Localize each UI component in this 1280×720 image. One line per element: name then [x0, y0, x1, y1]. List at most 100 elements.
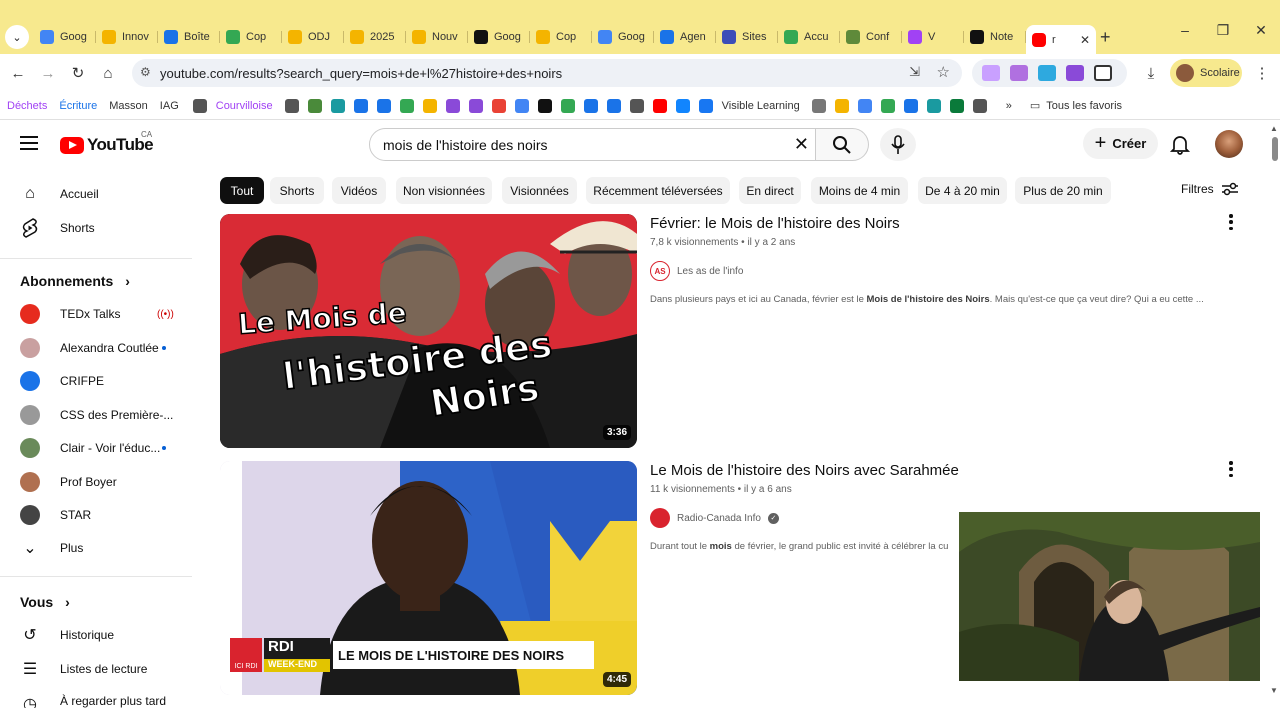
browser-tab[interactable]: Agen: [654, 25, 716, 49]
bookmark-icon[interactable]: [192, 98, 207, 113]
sidebar-item-history[interactable]: ↺ Historique: [0, 618, 192, 652]
bookmark-icon[interactable]: [857, 98, 872, 113]
sidebar-item-more[interactable]: ⌄ Plus: [0, 531, 192, 565]
scroll-up-icon[interactable]: ▲: [1270, 124, 1278, 133]
menu-kebab-icon[interactable]: ⋮: [1251, 62, 1273, 84]
address-bar[interactable]: ⚙ youtube.com/results?search_query=mois+…: [132, 59, 962, 87]
video-thumbnail[interactable]: ICI RDI RDI WEEK-END LE MOIS DE L'HISTOI…: [220, 461, 637, 695]
bookmark-icon[interactable]: [972, 98, 987, 113]
filter-chip[interactable]: Moins de 4 min: [811, 177, 908, 204]
subscription-item[interactable]: CSS des Première-...: [0, 398, 192, 432]
browser-tab[interactable]: Goog: [468, 25, 530, 49]
extension-icon[interactable]: [1010, 65, 1028, 81]
bookmark-icon[interactable]: [949, 98, 964, 113]
bookmark-icon[interactable]: [606, 98, 621, 113]
scroll-down-icon[interactable]: ▼: [1270, 686, 1278, 695]
bookmark-icon[interactable]: [307, 98, 322, 113]
channel-link[interactable]: Radio-Canada Info ✓: [650, 508, 779, 528]
bookmark-icon[interactable]: [445, 98, 460, 113]
forward-icon[interactable]: →: [37, 62, 59, 84]
subscription-item[interactable]: Alexandra Coutlée: [0, 331, 192, 365]
filter-chip[interactable]: Non visionnées: [396, 177, 492, 204]
notifications-button[interactable]: [1168, 132, 1192, 156]
bookmark-item[interactable]: Déchets: [7, 100, 47, 112]
profile-button[interactable]: Scolaire: [1170, 59, 1242, 87]
browser-tab[interactable]: 2025: [344, 25, 406, 49]
video-title[interactable]: Février: le Mois de l'histoire des Noirs: [650, 215, 900, 232]
bookmark-icon[interactable]: [675, 98, 690, 113]
bookmark-icon[interactable]: [652, 98, 667, 113]
browser-tab[interactable]: Cop: [530, 25, 592, 49]
subscription-item[interactable]: CRIFPE: [0, 364, 192, 398]
bookmark-icon[interactable]: [926, 98, 941, 113]
create-button[interactable]: + Créer: [1083, 128, 1158, 159]
browser-tab[interactable]: Note: [964, 25, 1026, 49]
all-bookmarks-folder[interactable]: ▭ Tous les favoris: [1030, 99, 1122, 112]
tab-search-button[interactable]: ⌄: [5, 25, 29, 49]
site-info-icon[interactable]: ⚙: [140, 65, 151, 79]
new-tab-button[interactable]: +: [1100, 27, 1111, 48]
bookmark-icon[interactable]: [811, 98, 826, 113]
bookmark-icon[interactable]: [514, 98, 529, 113]
close-tab-icon[interactable]: ✕: [1080, 33, 1090, 47]
filter-chip[interactable]: Tout: [220, 177, 264, 204]
page-scrollbar[interactable]: ▲ ▼: [1270, 120, 1280, 720]
bookmark-icon[interactable]: [399, 98, 414, 113]
filter-chip[interactable]: Visionnées: [502, 177, 577, 204]
scrollbar-thumb[interactable]: [1272, 137, 1278, 161]
download-icon[interactable]: ⤓: [1140, 62, 1162, 84]
bookmark-icon[interactable]: [834, 98, 849, 113]
clear-search-icon[interactable]: ✕: [794, 134, 809, 155]
browser-tab[interactable]: Sites: [716, 25, 778, 49]
browser-tab[interactable]: Nouv: [406, 25, 468, 49]
bookmark-icon[interactable]: [353, 98, 368, 113]
account-avatar[interactable]: [1215, 130, 1243, 158]
browser-tab-active[interactable]: r ✕: [1026, 25, 1096, 54]
filter-chip[interactable]: Vidéos: [332, 177, 386, 204]
more-bookmarks-icon[interactable]: »: [1006, 100, 1012, 112]
filter-chip[interactable]: Récemment téléversées: [586, 177, 730, 204]
bookmark-icon[interactable]: [629, 98, 644, 113]
filter-chip[interactable]: De 4 à 20 min: [918, 177, 1007, 204]
sidebar-item-watch-later[interactable]: ◷ À regarder plus tard: [0, 686, 192, 708]
bookmark-icon[interactable]: [491, 98, 506, 113]
youtube-logo[interactable]: YouTube CA: [60, 130, 154, 155]
restore-button[interactable]: ❐: [1204, 22, 1242, 39]
subscriptions-header[interactable]: Abonnements ›: [20, 273, 130, 289]
bookmark-icon[interactable]: [422, 98, 437, 113]
you-header[interactable]: Vous ›: [20, 594, 70, 610]
bookmark-icon[interactable]: [468, 98, 483, 113]
filter-chip[interactable]: Plus de 20 min: [1015, 177, 1111, 204]
search-button[interactable]: [816, 128, 869, 161]
browser-tab[interactable]: Goog: [34, 25, 96, 49]
voice-search-button[interactable]: [880, 128, 916, 161]
browser-tab[interactable]: Conf: [840, 25, 902, 49]
extension-icon[interactable]: [1066, 65, 1084, 81]
subscription-item[interactable]: STAR: [0, 498, 192, 532]
bookmark-icon[interactable]: [330, 98, 345, 113]
extension-icon[interactable]: [982, 65, 1000, 81]
bookmark-icon[interactable]: [537, 98, 552, 113]
bookmark-icon[interactable]: [376, 98, 391, 113]
extension-icon[interactable]: [1038, 65, 1056, 81]
browser-tab[interactable]: Accu: [778, 25, 840, 49]
install-icon[interactable]: ⇲: [909, 64, 920, 80]
more-actions-icon[interactable]: [1226, 213, 1236, 231]
subscription-item[interactable]: Prof Boyer: [0, 465, 192, 499]
sidebar-item-shorts[interactable]: Shorts: [0, 211, 192, 245]
bookmark-item[interactable]: IAG: [160, 100, 179, 112]
back-icon[interactable]: ←: [7, 62, 29, 84]
filter-chip[interactable]: Shorts: [270, 177, 324, 204]
filters-button[interactable]: Filtres: [1181, 182, 1238, 196]
bookmark-icon[interactable]: [880, 98, 895, 113]
bookmark-item[interactable]: Masson: [109, 100, 148, 112]
browser-tab[interactable]: ODJ: [282, 25, 344, 49]
bookmark-icon[interactable]: [560, 98, 575, 113]
filter-chip[interactable]: En direct: [739, 177, 801, 204]
more-actions-icon[interactable]: [1226, 460, 1236, 478]
browser-tab[interactable]: Innov: [96, 25, 158, 49]
bookmark-item[interactable]: Écriture: [59, 100, 97, 112]
bookmark-star-icon[interactable]: ☆: [937, 63, 950, 81]
bookmark-item[interactable]: Visible Learning: [722, 100, 800, 112]
browser-tab[interactable]: Cop: [220, 25, 282, 49]
